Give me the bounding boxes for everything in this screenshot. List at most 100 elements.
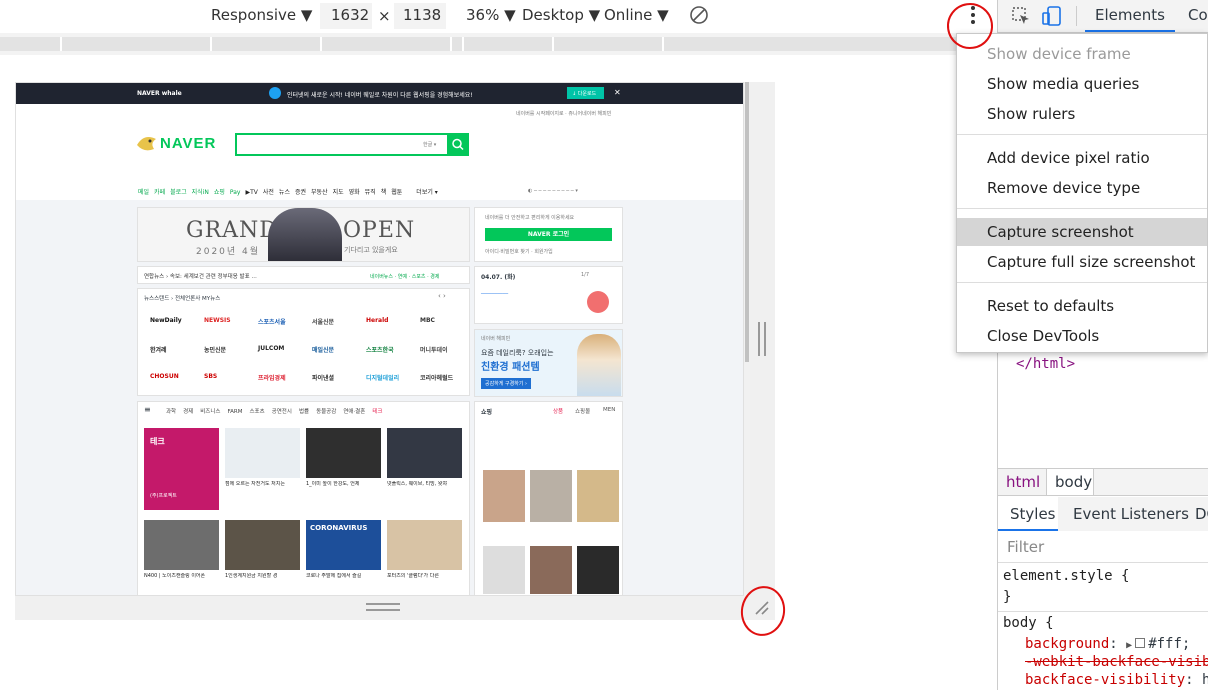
- news-tile-image[interactable]: [306, 428, 381, 478]
- device-type-dropdown[interactable]: Desktop ▼: [522, 6, 600, 24]
- date-pager[interactable]: 1/7: [581, 272, 589, 278]
- shop-tab-mall[interactable]: 쇼핑몰: [575, 407, 590, 415]
- subtab-event-listeners[interactable]: Event Listeners: [1073, 505, 1189, 523]
- nav-item[interactable]: 부동산: [311, 189, 328, 196]
- category-tab[interactable]: 경제: [183, 409, 193, 415]
- width-input[interactable]: 1632: [320, 3, 372, 29]
- press-logo[interactable]: NEWSIS: [204, 317, 231, 324]
- nav-item[interactable]: 지도: [333, 189, 344, 196]
- element-style-rule[interactable]: element.style {: [1003, 568, 1129, 584]
- responsive-dropdown[interactable]: Responsive ▼: [211, 6, 312, 24]
- press-logo[interactable]: 서울신문: [312, 317, 334, 326]
- news-tile-caption[interactable]: 포터즈의 '클램다'가 다른: [387, 573, 462, 580]
- news-tile[interactable]: 포터즈의 '클램다'가 다른: [387, 520, 462, 595]
- category-tab[interactable]: 연애·결혼: [343, 409, 365, 415]
- press-logo[interactable]: NewDaily: [150, 317, 182, 324]
- inspect-element-icon[interactable]: [1010, 5, 1032, 31]
- height-input[interactable]: 1138: [394, 3, 446, 29]
- news-ticker-text[interactable]: 연합뉴스 › 속보: 세계보건 관련 정부대응 발표 …: [144, 272, 257, 280]
- nav-item[interactable]: 책: [381, 189, 387, 196]
- news-tile-caption[interactable]: 코로나 주말에 집에서 즐길: [306, 573, 381, 580]
- shop-tab-goods[interactable]: 상품: [553, 407, 563, 415]
- press-logo[interactable]: 스포츠서울: [258, 317, 286, 326]
- news-tile-caption[interactable]: 점에 오르는 자전거도 처치는: [225, 481, 300, 488]
- menu-item-show-rulers[interactable]: Show rulers: [957, 100, 1207, 128]
- search-button[interactable]: [447, 133, 469, 156]
- css-prop-background[interactable]: background: ▶ #fff;: [1025, 636, 1190, 652]
- category-tab[interactable]: FARM: [228, 409, 243, 415]
- press-logo[interactable]: 프라임경제: [258, 373, 286, 382]
- news-tile-caption[interactable]: N400 | 노이즈캔슬링 이어폰: [144, 573, 219, 580]
- category-tab[interactable]: 공연전시: [272, 409, 292, 415]
- news-tile-caption[interactable]: 1_이미 높이 한강도, 언제: [306, 481, 381, 488]
- category-tab[interactable]: 과학: [166, 409, 176, 415]
- menu-icon[interactable]: ≡: [144, 405, 151, 414]
- press-logo[interactable]: 머니투데이: [420, 345, 448, 354]
- nav-item[interactable]: 증권: [295, 189, 306, 196]
- emulated-page[interactable]: NAVER whale 인터넷의 새로운 시작! 네이버 웨일로 차원이 다른 …: [15, 82, 744, 596]
- tab-console[interactable]: Cor: [1188, 6, 1208, 24]
- news-tile-image[interactable]: [144, 520, 219, 570]
- news-tile[interactable]: 넷플릭스, 웨이브, 티빙, 왓챠: [387, 428, 462, 506]
- shop-item-image[interactable]: [577, 470, 619, 522]
- nav-item[interactable]: 영화: [349, 189, 360, 196]
- news-tile[interactable]: 1인생계지원금 지원할 경: [225, 520, 300, 595]
- styles-filter-input[interactable]: Filter: [998, 531, 1208, 563]
- right-resize-handle[interactable]: [758, 322, 766, 356]
- category-tab[interactable]: 스포츠: [250, 409, 265, 415]
- nav-item[interactable]: 뉴스: [279, 189, 290, 196]
- news-links[interactable]: 네이버뉴스 · 연예 · 스포츠 · 경제: [370, 273, 440, 280]
- search-input[interactable]: 한글 ▾: [235, 133, 449, 156]
- ad-banner[interactable]: 네이버 해피빈 요즘 데일리룩? 오래입는 친환경 패션템 공감하게 구경하기 …: [474, 329, 623, 397]
- press-logo[interactable]: CHOSUN: [150, 373, 179, 380]
- body-rule-selector[interactable]: body {: [1003, 615, 1054, 631]
- press-logo[interactable]: JULCOM: [258, 345, 284, 352]
- nav-item[interactable]: 블로그: [170, 189, 187, 196]
- crumb-body[interactable]: body: [1046, 469, 1094, 495]
- press-logo[interactable]: 디지털데일리: [366, 373, 399, 382]
- category-tab[interactable]: 테크: [372, 409, 382, 415]
- category-tab[interactable]: 동물공감: [316, 409, 336, 415]
- zoom-dropdown[interactable]: 36% ▼: [466, 6, 516, 24]
- nav-item[interactable]: 카페: [154, 189, 165, 196]
- shop-item-image[interactable]: [577, 546, 619, 594]
- nav-item[interactable]: 더보기 ▾: [416, 189, 437, 196]
- bottom-resize-handle[interactable]: [366, 603, 400, 611]
- nav-item[interactable]: Pay: [230, 189, 241, 196]
- subtab-styles[interactable]: Styles: [998, 497, 1058, 531]
- news-tile[interactable]: N400 | 노이즈캔슬링 이어폰: [144, 520, 219, 595]
- page-scrollbar[interactable]: [744, 82, 750, 596]
- subtab-dom[interactable]: DO: [1195, 505, 1208, 523]
- news-tile-image[interactable]: [225, 428, 300, 478]
- nav-item[interactable]: 웹툰: [391, 189, 402, 196]
- press-logo[interactable]: Herald: [366, 317, 388, 324]
- news-tile[interactable]: 점에 오르는 자전거도 처치는: [225, 428, 300, 506]
- ad-button[interactable]: 공감하게 구경하기 ›: [481, 378, 531, 389]
- press-logo[interactable]: SBS: [204, 373, 217, 380]
- press-logo[interactable]: 한겨레: [150, 345, 167, 354]
- nav-item[interactable]: 지식iN: [192, 189, 209, 196]
- shop-item-image[interactable]: [483, 546, 525, 594]
- menu-item-add-device-pixel-ratio[interactable]: Add device pixel ratio: [957, 144, 1207, 172]
- shop-tab-men[interactable]: MEN: [603, 407, 615, 413]
- naver-logo[interactable]: NAVER: [160, 135, 216, 152]
- menu-item-capture-screenshot[interactable]: Capture screenshot: [957, 218, 1207, 246]
- shop-item-image[interactable]: [530, 546, 572, 594]
- press-logo[interactable]: 스포츠한국: [366, 345, 394, 354]
- nav-item[interactable]: 쇼핑: [214, 189, 225, 196]
- news-tile[interactable]: 1_이미 높이 한강도, 언제: [306, 428, 381, 506]
- crumb-html[interactable]: html: [1006, 473, 1040, 491]
- press-logo[interactable]: 코리아헤럴드: [420, 373, 453, 382]
- press-logo[interactable]: 파이낸셜: [312, 373, 334, 382]
- scroll-thumb[interactable]: [745, 82, 749, 362]
- css-prop-overridden[interactable]: -webkit-backface-visibi: [1025, 654, 1208, 670]
- news-tile-image[interactable]: [225, 520, 300, 570]
- expand-triangle-icon[interactable]: ▶: [1126, 640, 1132, 651]
- press-logo[interactable]: 매일신문: [312, 345, 334, 354]
- menu-item-show-media-queries[interactable]: Show media queries: [957, 70, 1207, 98]
- whale-download-button[interactable]: ↓ 다운로드: [567, 87, 604, 99]
- press-logo[interactable]: 농민신문: [204, 345, 226, 354]
- login-links[interactable]: 아이디·비밀번호 찾기 · 회원가입: [485, 248, 553, 255]
- html-close-tag[interactable]: </html>: [1016, 356, 1075, 372]
- shop-item-image[interactable]: [530, 470, 572, 522]
